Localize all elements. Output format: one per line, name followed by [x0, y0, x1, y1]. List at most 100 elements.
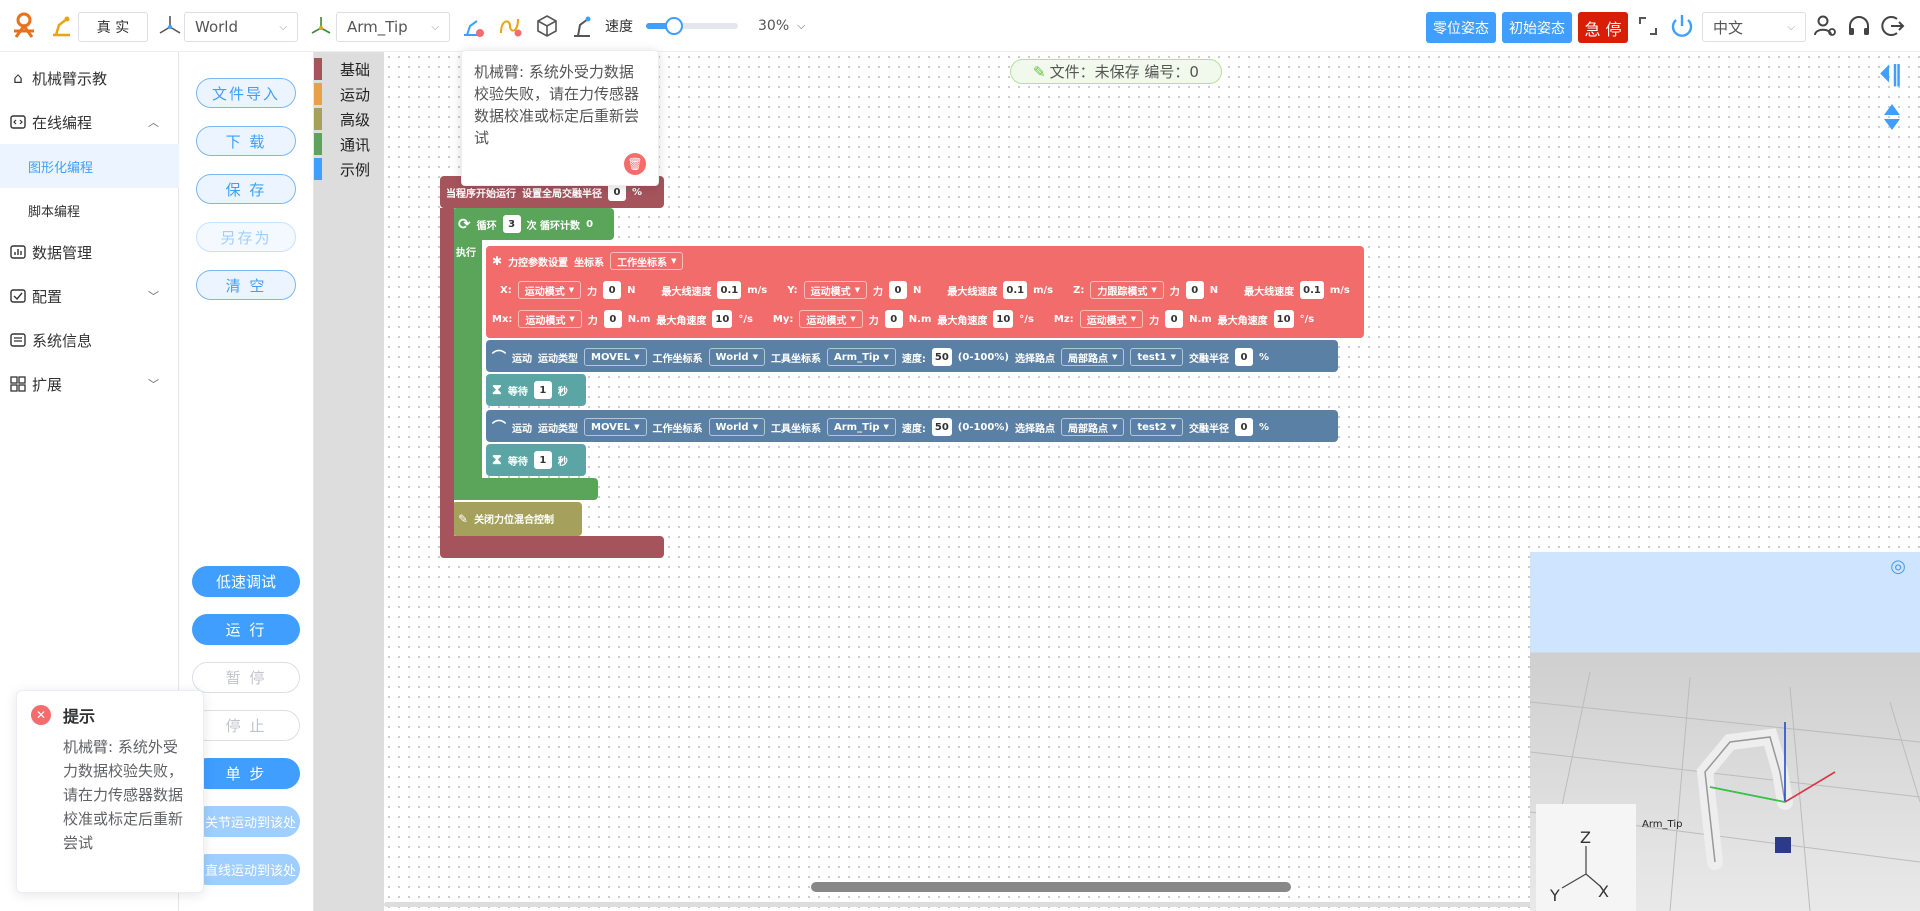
save-as-button[interactable]: 另存为 [196, 222, 296, 252]
mode-button[interactable]: 真 实 [78, 12, 148, 42]
chevron-down-icon: ⌵ [279, 21, 287, 33]
world-frame-icon [156, 0, 184, 52]
sidebar-item-extend[interactable]: 扩展 ﹀ [0, 362, 179, 406]
waypoint-dropdown[interactable]: test1 [1130, 348, 1183, 366]
sidebar-item-sysinfo[interactable]: 系统信息 [0, 318, 179, 362]
robot-error-icon[interactable] [460, 0, 486, 52]
world-select[interactable]: World ⌵ [184, 12, 298, 42]
linear-move-here-button[interactable]: 直线运动到该处 [192, 854, 300, 885]
mode-dropdown[interactable]: 运动模式 [517, 281, 582, 299]
home-icon: ⌂ [13, 69, 23, 87]
toolbox-category-basic[interactable]: 基础 [314, 58, 384, 80]
download-button[interactable]: 下 载 [196, 126, 296, 156]
notification-title: 提示 [63, 707, 96, 726]
wait-block[interactable]: ⧗ 等待 1 秒 [486, 444, 586, 476]
fullscreen-icon[interactable] [1637, 0, 1659, 52]
mode-dropdown[interactable]: 力跟踪模式 [1090, 281, 1164, 299]
sidebar-item-label: 在线编程 [32, 113, 93, 132]
sidebar-item-graphical[interactable]: 图形化编程 [0, 144, 179, 188]
tool-select[interactable]: Arm_Tip ⌵ [336, 12, 450, 42]
horizontal-scrollbar[interactable] [811, 882, 1291, 892]
tool-coord-dropdown[interactable]: Arm_Tip [826, 418, 896, 436]
collapse-panel-icon[interactable]: ⏴‖ [1880, 62, 1902, 87]
loop-icon: ⟳ [458, 215, 471, 233]
user-settings-icon[interactable] [1812, 0, 1838, 52]
force-control-block[interactable]: ✱力控参数设置坐标系工作坐标系 X:运动模式力0N最大线速度0.1m/s Y:运… [486, 246, 1364, 338]
toolbox-category-advanced[interactable]: 高级 [314, 108, 384, 130]
sidebar-item-config[interactable]: 配置 ﹀ [0, 274, 179, 318]
move-type-dropdown[interactable]: MOVEL [584, 418, 647, 436]
save-button[interactable]: 保 存 [196, 174, 296, 204]
wait-block[interactable]: ⧗ 等待 1 秒 [486, 374, 586, 406]
loop-block[interactable]: ⟳ 循环 3 次 循环计数 0 [452, 208, 614, 240]
clear-button[interactable]: 清 空 [196, 270, 296, 300]
point-type-dropdown[interactable]: 局部路点 [1060, 348, 1125, 366]
notification-toast: ✕ 提示 机械臂: 系统外受力数据校验失败，请在力传感器数据校准或标定后重新尝试 [16, 690, 204, 893]
joint-move-here-button[interactable]: 关节运动到该处 [192, 806, 300, 837]
move-block[interactable]: ⌒运动运动类型MOVEL工作坐标系World工具坐标系Arm_Tip速度:50(… [486, 340, 1338, 372]
chevron-down-icon: ﹀ [148, 290, 159, 303]
waypoint-dropdown[interactable]: test2 [1130, 418, 1183, 436]
estop-button[interactable]: 急 停 [1578, 12, 1628, 43]
path-icon[interactable] [496, 0, 522, 52]
run-button[interactable]: 运 行 [192, 614, 300, 645]
mode-dropdown[interactable]: 运动模式 [803, 281, 867, 299]
error-popover: 机械臂: 系统外受力数据校验失败，请在力传感器数据校准或标定后重新尝试 🗑 [461, 50, 659, 186]
toolbox-category-motion[interactable]: 运动 [314, 83, 384, 105]
logout-icon[interactable] [1880, 0, 1906, 52]
work-coord-dropdown[interactable]: World [708, 418, 765, 436]
popover-message: 机械臂: 系统外受力数据校验失败，请在力传感器数据校准或标定后重新尝试 [474, 63, 640, 147]
point-type-dropdown[interactable]: 局部路点 [1060, 418, 1125, 436]
coord-dropdown[interactable]: 工作坐标系 [610, 252, 684, 270]
program-end-block [440, 536, 664, 558]
scroll-updown-icon[interactable] [1882, 102, 1902, 136]
headset-icon[interactable] [1846, 0, 1872, 52]
mode-dropdown[interactable]: 运动模式 [1079, 310, 1144, 328]
zero-pose-button[interactable]: 零位姿态 [1426, 12, 1496, 43]
block-toolbox: 基础 运动 高级 通讯 示例 [314, 52, 384, 911]
tcp-label: Arm_Tip [1642, 819, 1683, 830]
robot-teach-icon[interactable] [570, 0, 596, 52]
edit-icon: ✎ [1033, 62, 1046, 81]
sidebar-item-label: 扩展 [32, 375, 63, 394]
speed-value[interactable]: 30% ⌵ [758, 0, 805, 52]
low-speed-debug-button[interactable]: 低速调试 [192, 566, 300, 597]
config-icon [8, 286, 28, 306]
sidebar-item-label: 系统信息 [32, 331, 93, 350]
sidebar-item-data[interactable]: 数据管理 [0, 230, 179, 274]
chart-icon [8, 242, 28, 262]
file-status-badge: ✎ 文件：未保存 编号：0 [1010, 59, 1222, 84]
mode-dropdown[interactable]: 运动模式 [518, 310, 582, 328]
toolbox-category-examples[interactable]: 示例 [314, 158, 384, 180]
force-off-icon: ✎ [458, 511, 469, 526]
move-type-dropdown[interactable]: MOVEL [584, 348, 647, 366]
speed-slider[interactable] [646, 0, 738, 52]
power-icon[interactable] [1668, 0, 1696, 52]
robot-3d-view[interactable]: ◎ Arm_Tip Z Y X [1530, 552, 1920, 911]
step-button[interactable]: 单 步 [192, 758, 300, 789]
init-pose-button[interactable]: 初始姿态 [1502, 12, 1572, 43]
pause-button[interactable]: 暂 停 [192, 662, 300, 693]
mode-dropdown[interactable]: 运动模式 [799, 310, 863, 328]
trash-icon[interactable]: 🗑 [624, 153, 646, 175]
move-block[interactable]: ⌒运动运动类型MOVEL工作坐标系World工具坐标系Arm_Tip速度:50(… [486, 410, 1338, 442]
robot-arm-icon[interactable] [50, 0, 74, 52]
language-select[interactable]: 中文 ⌵ [1702, 12, 1806, 42]
sidebar-item-teach[interactable]: ⌂ 机械臂示教 [0, 56, 179, 100]
stop-button[interactable]: 停 止 [192, 710, 300, 741]
file-import-button[interactable]: 文件导入 [196, 78, 296, 108]
notification-message: 机械臂: 系统外受力数据校验失败，请在力传感器数据校准或标定后重新尝试 [63, 738, 184, 852]
cube-icon[interactable] [534, 0, 560, 52]
logo [10, 0, 38, 52]
chevron-down-icon: ⌵ [1787, 21, 1795, 33]
top-toolbar: 真 实 World ⌵ Arm_Tip ⌵ 速度 30% ⌵ 零位姿态 初始姿态 急 … [0, 0, 1920, 52]
close-force-block[interactable]: ✎ 关闭力位混合控制 [452, 502, 582, 536]
error-icon: ✕ [31, 705, 51, 725]
sidebar-item-online[interactable]: 在线编程 ︿ [0, 100, 179, 144]
speed-slider-handle[interactable] [664, 17, 683, 35]
tool-frame-icon [308, 0, 334, 52]
tool-coord-dropdown[interactable]: Arm_Tip [826, 348, 896, 366]
sidebar-item-script[interactable]: 脚本编程 [0, 188, 179, 232]
toolbox-category-comm[interactable]: 通讯 [314, 133, 384, 155]
work-coord-dropdown[interactable]: World [708, 348, 765, 366]
